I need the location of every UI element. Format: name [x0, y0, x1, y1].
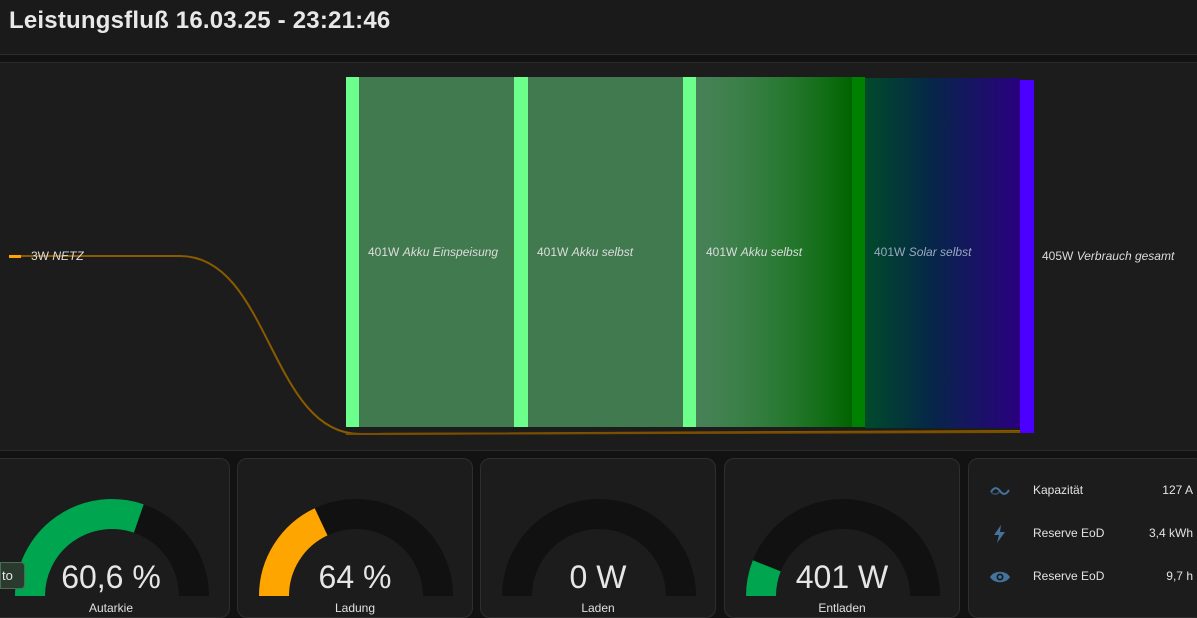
page-header: Leistungsfluß 16.03.25 - 23:21:46	[0, 0, 1197, 55]
akku-einspeisung-node[interactable]	[346, 77, 359, 427]
entity-name: Reserve EoD	[1033, 526, 1105, 540]
sankey-card: 3W NETZ 401W Akku Einspeisung 401W Akku …	[0, 62, 1197, 451]
autarkie-label: Autarkie	[88, 601, 134, 615]
gauge-card-laden[interactable]: 0 W Laden	[480, 458, 716, 618]
entladen-label: Entladen	[818, 601, 866, 615]
akku-selbst-label-2: 401W Akku selbst	[706, 245, 803, 259]
entladen-value: 401 W	[795, 559, 889, 595]
gauge-card-ladung[interactable]: 64 % Ladung	[237, 458, 473, 618]
entity-name: Kapazität	[1033, 483, 1084, 497]
ladung-value: 64 %	[318, 559, 392, 595]
netz-label: 3W NETZ	[31, 249, 84, 263]
laden-label: Laden	[581, 601, 615, 615]
akku-selbst-node-2[interactable]	[683, 77, 696, 427]
akku-einspeisung-label: 401W Akku Einspeisung	[368, 245, 498, 259]
eye-icon	[990, 571, 1010, 583]
gauge-card-entladen[interactable]: 401 W Entladen	[724, 458, 960, 618]
netz-node[interactable]	[9, 255, 21, 258]
verbrauch-gesamt-label: 405W Verbrauch gesamt	[1042, 249, 1175, 263]
netz-passthrough-line	[345, 431, 1021, 435]
akku-selbst-label-1: 401W Akku selbst	[537, 245, 634, 259]
entity-name: Reserve EoD	[1033, 569, 1105, 583]
autarkie-value: 60,6 %	[61, 559, 161, 595]
verbrauch-gesamt-node[interactable]	[1020, 80, 1034, 433]
entity-row-reserve-kwh[interactable]: Reserve EoD 3,4 kWh	[969, 519, 1197, 549]
wave-icon	[990, 487, 1010, 495]
laden-value: 0 W	[569, 559, 627, 595]
entities-card: Kapazität 127 A Reserve EoD 3,4 kWh Rese…	[968, 458, 1197, 618]
solar-selbst-node[interactable]	[852, 77, 865, 427]
entity-row-reserve-h[interactable]: Reserve EoD 9,7 h	[969, 562, 1197, 592]
gauge-card-autarkie[interactable]: 60,6 % Autarkie	[0, 458, 230, 618]
tooltip-chip: to	[0, 562, 25, 589]
sankey-chart: 3W NETZ 401W Akku Einspeisung 401W Akku …	[9, 77, 1175, 436]
ladung-label: Ladung	[334, 601, 376, 615]
lightning-icon	[994, 525, 1005, 543]
page-title: Leistungsfluß 16.03.25 - 23:21:46	[9, 7, 391, 34]
entity-value: 9,7 h	[1166, 569, 1193, 583]
entity-value: 3,4 kWh	[1148, 526, 1193, 540]
akku-selbst-node-1[interactable]	[514, 77, 528, 427]
entity-row-kapazitaet[interactable]: Kapazität 127 A	[969, 476, 1197, 506]
solar-selbst-label: 401W Solar selbst	[874, 245, 972, 259]
entity-value: 127 A	[1162, 483, 1193, 497]
